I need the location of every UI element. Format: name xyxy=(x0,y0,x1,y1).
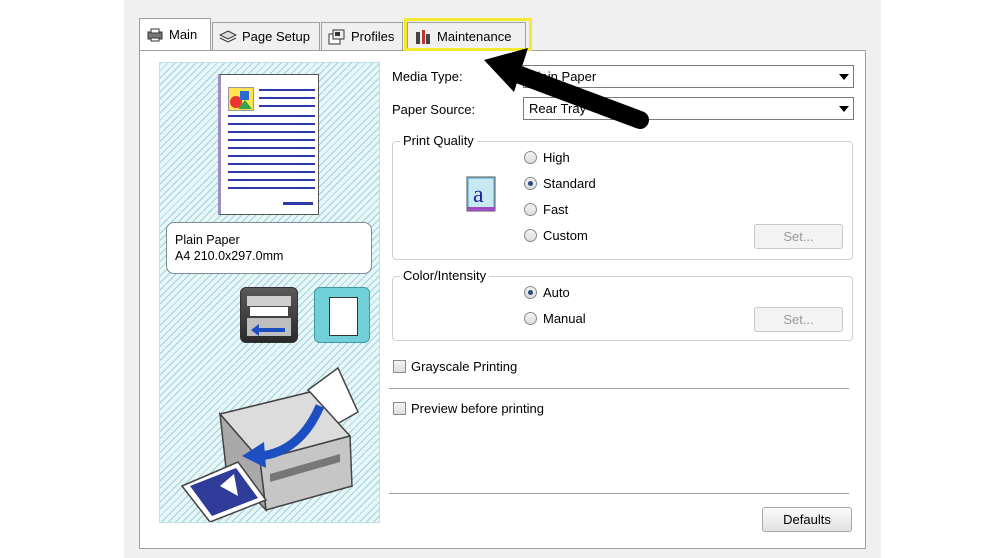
color-manual-radio[interactable]: Manual xyxy=(524,311,586,326)
printer-icon xyxy=(146,27,164,43)
paper-type-text: Plain Paper xyxy=(175,233,240,247)
annotation-arrow-icon xyxy=(484,48,649,129)
color-set-button[interactable]: Set... xyxy=(754,307,843,332)
color-auto-radio[interactable]: Auto xyxy=(524,285,570,300)
defaults-button[interactable]: Defaults xyxy=(762,507,852,532)
document-preview xyxy=(218,74,319,215)
preview-before-printing-label: Preview before printing xyxy=(411,401,544,416)
paper-size-text: A4 210.0x297.0mm xyxy=(175,249,284,263)
radio-button[interactable] xyxy=(524,229,537,242)
quality-high-radio[interactable]: High xyxy=(524,150,570,165)
text-line xyxy=(228,179,315,181)
paper-info-box: Plain Paper A4 210.0x297.0mm xyxy=(166,222,372,274)
media-type-label: Media Type: xyxy=(392,69,463,84)
rear-tray-feed-icon xyxy=(240,287,298,343)
chevron-down-icon[interactable] xyxy=(839,74,849,80)
quality-set-button[interactable]: Set... xyxy=(754,224,843,249)
chevron-down-icon[interactable] xyxy=(839,106,849,112)
divider xyxy=(389,493,849,494)
page-layers-icon xyxy=(219,29,237,45)
print-quality-title: Print Quality xyxy=(400,133,477,148)
text-line xyxy=(228,123,315,125)
paper-size-icon xyxy=(314,287,370,343)
picture-placeholder-icon xyxy=(228,87,254,111)
printer-illustration xyxy=(180,366,359,522)
color-intensity-title: Color/Intensity xyxy=(400,268,490,283)
quality-custom-label: Custom xyxy=(543,228,588,243)
text-line xyxy=(259,89,315,91)
quality-standard-radio[interactable]: Standard xyxy=(524,176,596,191)
text-line xyxy=(228,147,315,149)
paper-source-label: Paper Source: xyxy=(392,102,476,117)
tab-profiles[interactable]: Profiles xyxy=(321,22,403,50)
tab-profiles-label: Profiles xyxy=(351,29,395,44)
color-manual-label: Manual xyxy=(543,311,586,326)
quality-high-label: High xyxy=(543,150,570,165)
radio-button[interactable] xyxy=(524,286,537,299)
text-line xyxy=(228,131,315,133)
text-line xyxy=(283,202,313,205)
tab-page-setup[interactable]: Page Setup xyxy=(212,22,320,50)
tab-main[interactable]: Main xyxy=(139,18,211,50)
quality-standard-label: Standard xyxy=(543,176,596,191)
radio-button[interactable] xyxy=(524,177,537,190)
tab-main-label: Main xyxy=(169,27,198,42)
color-auto-label: Auto xyxy=(543,285,570,300)
divider xyxy=(389,388,849,389)
grayscale-printing-checkbox[interactable]: Grayscale Printing xyxy=(393,359,517,374)
radio-button[interactable] xyxy=(524,151,537,164)
maintenance-tools-icon xyxy=(414,29,432,45)
text-line xyxy=(228,115,315,117)
profiles-icon xyxy=(328,29,346,45)
radio-button[interactable] xyxy=(524,312,537,325)
checkbox[interactable] xyxy=(393,360,406,373)
text-line xyxy=(228,171,315,173)
quality-fast-label: Fast xyxy=(543,202,569,217)
quality-custom-radio[interactable]: Custom xyxy=(524,228,588,243)
checkbox[interactable] xyxy=(393,402,406,415)
quality-fast-radio[interactable]: Fast xyxy=(524,202,568,217)
text-line xyxy=(259,105,315,107)
text-line xyxy=(228,187,315,189)
text-line xyxy=(228,155,315,157)
grayscale-printing-label: Grayscale Printing xyxy=(411,359,518,374)
svg-text:a: a xyxy=(473,182,484,208)
preview-before-printing-checkbox[interactable]: Preview before printing xyxy=(393,401,544,416)
text-line xyxy=(259,97,315,99)
print-quality-icon: a xyxy=(466,176,496,212)
tab-page-setup-label: Page Setup xyxy=(242,29,310,44)
text-line xyxy=(228,139,315,141)
text-line xyxy=(228,163,315,165)
radio-button[interactable] xyxy=(524,203,537,216)
